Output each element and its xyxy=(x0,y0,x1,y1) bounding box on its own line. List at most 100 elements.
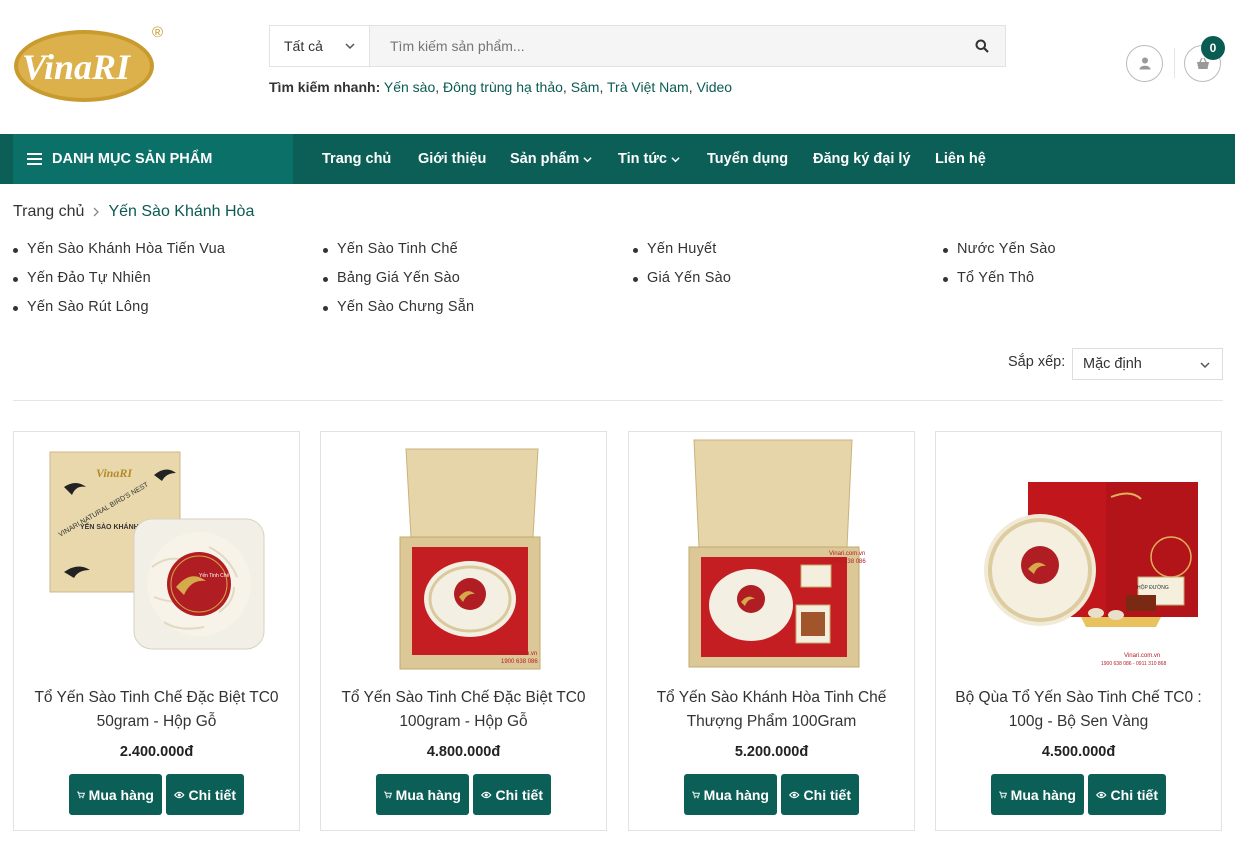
product-card: Vinari.com.vn 1900 638 086 Tổ Yến Sào Ti… xyxy=(320,431,607,831)
buy-button-label: Mua hàng xyxy=(1010,786,1076,803)
product-name[interactable]: Tổ Yến Sào Khánh Hòa Tinh Chế Thượng Phẩ… xyxy=(637,686,906,734)
subcategory-link[interactable]: Yến Huyết xyxy=(633,241,717,257)
subcategory-label: Nước Yến Sào xyxy=(957,241,1056,257)
subcategory-link[interactable]: Tổ Yến Thô xyxy=(943,270,1034,286)
search-button[interactable] xyxy=(959,26,1005,66)
search-icon xyxy=(975,39,989,53)
eye-icon xyxy=(1096,791,1107,798)
buy-button[interactable]: Mua hàng xyxy=(684,774,777,815)
subcategory-label: Giá Yến Sào xyxy=(647,270,732,286)
user-icon xyxy=(1139,57,1150,70)
search-input[interactable] xyxy=(370,26,959,66)
nav-home[interactable]: Trang chủ xyxy=(322,134,391,184)
subcategory-label: Yến Sào Khánh Hòa Tiến Vua xyxy=(27,241,226,257)
chevron-down-icon xyxy=(345,43,355,50)
quick-link-video[interactable]: Video xyxy=(697,79,733,95)
buy-button[interactable]: Mua hàng xyxy=(69,774,162,815)
detail-button-label: Chi tiết xyxy=(188,786,236,803)
detail-button[interactable]: Chi tiết xyxy=(166,774,244,815)
detail-button[interactable]: Chi tiết xyxy=(1088,774,1166,815)
breadcrumb: Trang chủ Yến Sào Khánh Hòa xyxy=(13,203,254,221)
nav-recruitment[interactable]: Tuyển dụng xyxy=(707,134,788,184)
eye-icon xyxy=(481,791,492,798)
phones-text: 1900 638 086 - 0911 310 868 xyxy=(1101,661,1166,667)
sort-value: Mặc định xyxy=(1083,356,1142,372)
chevron-down-icon xyxy=(671,156,680,162)
vinari-logo[interactable]: VinaRI ® xyxy=(12,22,172,104)
subcategory-link[interactable]: Yến Sào Tinh Chế xyxy=(323,241,458,257)
nav-news-label: Tin tức xyxy=(618,151,667,167)
nav-news[interactable]: Tin tức xyxy=(618,134,680,184)
buy-button-label: Mua hàng xyxy=(395,786,461,803)
subcategory-link[interactable]: Nước Yến Sào xyxy=(943,241,1056,257)
cart-icon xyxy=(77,791,85,798)
buy-button[interactable]: Mua hàng xyxy=(376,774,469,815)
product-image[interactable]: VinaRI VINARI NATURAL BIRD'S NEST YẾN SÀ… xyxy=(34,437,281,677)
main-navigation: DANH MỤC SẢN PHẨM Trang chủ Giới thiệu S… xyxy=(0,134,1235,184)
phone-text: 1900 638 086 xyxy=(501,659,538,665)
quick-link-yen-sao[interactable]: Yến sào xyxy=(384,79,435,95)
phone-text: 1900 638 086 xyxy=(829,559,866,565)
cart-icon xyxy=(692,791,700,798)
detail-button[interactable]: Chi tiết xyxy=(473,774,551,815)
divider xyxy=(13,400,1223,401)
eye-icon xyxy=(789,791,800,798)
subcategory-link[interactable]: Giá Yến Sào xyxy=(633,270,731,286)
detail-button-label: Chi tiết xyxy=(1110,786,1158,803)
seal-text: Yến Tinh Chế xyxy=(199,573,230,579)
registered-mark: ® xyxy=(152,24,163,41)
product-image[interactable]: Vinari.com.vn 1900 638 086 xyxy=(341,437,588,677)
subcategory-label: Yến Sào Chưng Sẵn xyxy=(337,299,475,315)
product-image[interactable]: Vinari.com.vn 1900 638 086 xyxy=(649,437,896,677)
quick-link-tra-viet-nam[interactable]: Trà Việt Nam xyxy=(607,79,689,95)
quick-link-sam[interactable]: Sâm xyxy=(571,79,600,95)
account-button[interactable] xyxy=(1126,45,1163,82)
nav-recruitment-label: Tuyển dụng xyxy=(707,151,789,167)
product-price: 4.500.000đ xyxy=(1041,744,1116,760)
logo-text: VinaRI xyxy=(22,47,132,87)
search-category-select[interactable]: Tất cả xyxy=(270,26,370,66)
subcategory-label: Tổ Yến Thô xyxy=(957,270,1035,286)
cart-count-badge: 0 xyxy=(1201,36,1225,60)
search-category-value: Tất cả xyxy=(284,38,323,54)
subcategory-link[interactable]: Yến Đảo Tự Nhiên xyxy=(13,270,151,286)
eye-icon xyxy=(174,791,185,798)
product-card: VinaRI VINARI NATURAL BIRD'S NEST YẾN SÀ… xyxy=(13,431,300,831)
nav-products[interactable]: Sản phẩm xyxy=(510,134,592,184)
subcategory-label: Yến Huyết xyxy=(647,241,717,257)
subcategory-label: Yến Đảo Tự Nhiên xyxy=(27,270,151,286)
category-menu-button[interactable]: DANH MỤC SẢN PHẨM xyxy=(13,134,293,184)
breadcrumb-home[interactable]: Trang chủ xyxy=(13,203,84,221)
nav-about[interactable]: Giới thiệu xyxy=(418,134,486,184)
product-name[interactable]: Bộ Qùa Tổ Yến Sào Tinh Chế TC0 : 100g - … xyxy=(944,686,1213,734)
subcategory-label: Yến Sào Rút Lông xyxy=(27,299,149,315)
product-price: 2.400.000đ xyxy=(119,744,194,760)
product-name[interactable]: Tổ Yến Sào Tinh Chế Đặc Biệt TC0 50gram … xyxy=(22,686,291,734)
chevron-down-icon xyxy=(583,156,592,162)
nav-agent-register[interactable]: Đăng ký đại lý xyxy=(813,134,911,184)
buy-button[interactable]: Mua hàng xyxy=(991,774,1084,815)
subcategory-label: Yến Sào Tinh Chế xyxy=(337,241,458,257)
subcategory-link[interactable]: Bảng Giá Yến Sào xyxy=(323,270,460,286)
hamburger-icon xyxy=(27,153,42,165)
website-text: Vinari.com.vn xyxy=(829,551,865,557)
quick-search-label: Tìm kiếm nhanh: xyxy=(269,79,381,95)
subcategory-link[interactable]: Yến Sào Khánh Hòa Tiến Vua xyxy=(13,241,225,257)
quick-link-dong-trung-ha-thao[interactable]: Đông trùng hạ thảo xyxy=(443,79,563,95)
sort-select[interactable]: Mặc định xyxy=(1072,348,1223,380)
product-name[interactable]: Tổ Yến Sào Tinh Chế Đặc Biệt TC0 100gram… xyxy=(329,686,598,734)
sort-label: Sắp xếp: xyxy=(1008,354,1066,370)
product-image[interactable]: HỘP ĐƯỜNG Vinari.com.vn 1900 638 086 - 0… xyxy=(956,437,1203,677)
nav-contact[interactable]: Liên hệ xyxy=(935,134,986,184)
header-divider xyxy=(1174,48,1175,78)
chevron-right-icon xyxy=(93,207,100,217)
nav-products-label: Sản phẩm xyxy=(510,151,580,167)
subcategory-link[interactable]: Yến Sào Rút Lông xyxy=(13,299,149,315)
category-menu-label: DANH MỤC SẢN PHẨM xyxy=(52,151,213,167)
product-price: 4.800.000đ xyxy=(426,744,501,760)
subcategory-link[interactable]: Yến Sào Chưng Sẵn xyxy=(323,299,474,315)
breadcrumb-current: Yến Sào Khánh Hòa xyxy=(108,203,255,220)
nav-about-label: Giới thiệu xyxy=(418,151,487,167)
detail-button[interactable]: Chi tiết xyxy=(781,774,859,815)
quick-search: Tìm kiếm nhanh: Yến sào, Đông trùng hạ t… xyxy=(269,79,733,95)
